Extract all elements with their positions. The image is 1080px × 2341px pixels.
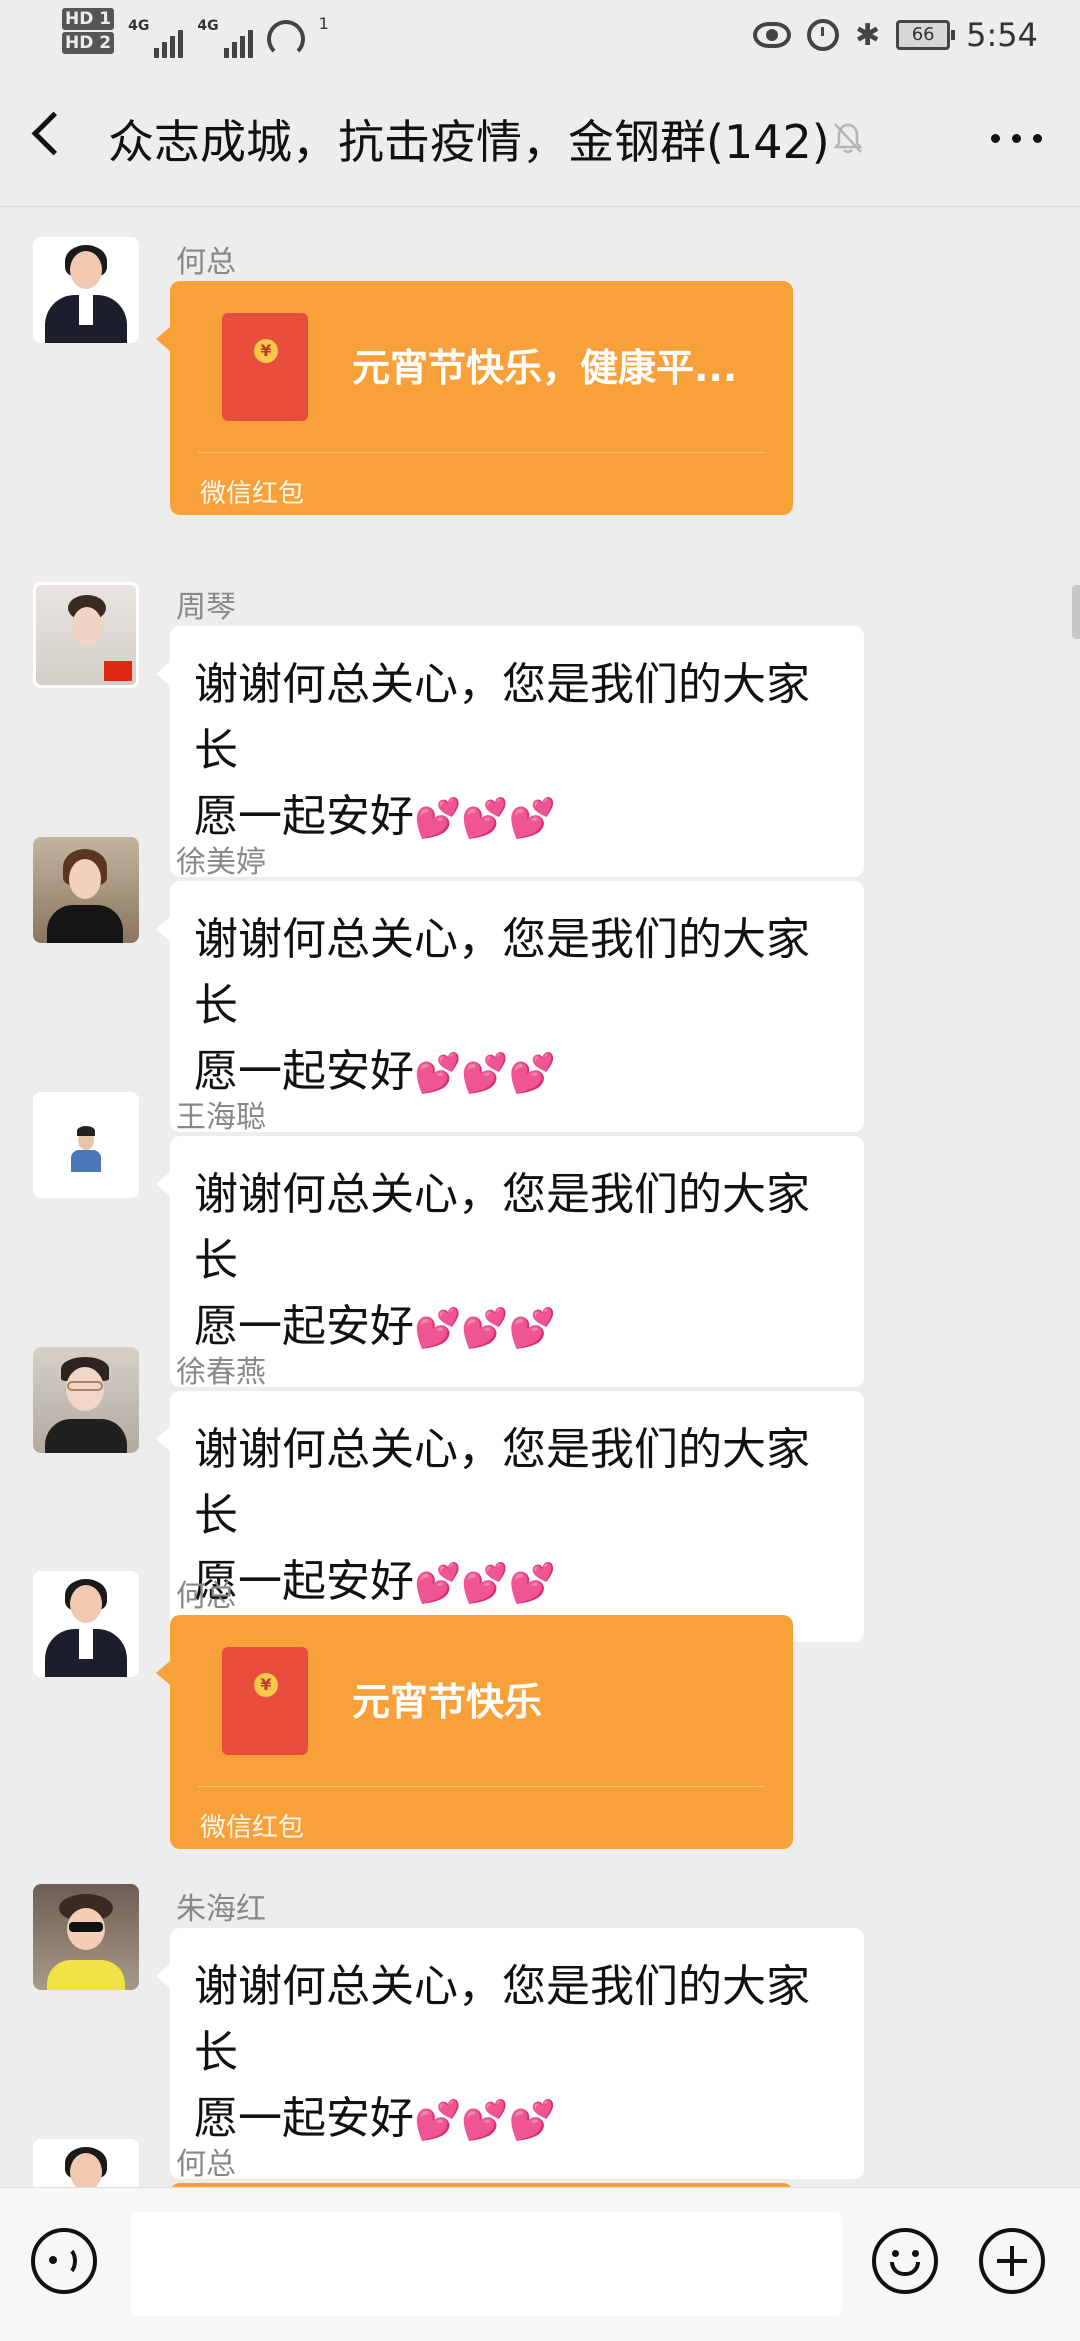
avatar[interactable] xyxy=(33,2139,139,2187)
sender-name: 王海聪 xyxy=(176,1100,266,1135)
divider xyxy=(198,1786,765,1787)
avatar[interactable] xyxy=(33,1571,139,1677)
chat-header: 众志成城，抗击疫情，金钢群(142) xyxy=(0,76,1080,207)
message-line: 愿一起安好 xyxy=(194,791,414,842)
plus-icon[interactable] xyxy=(979,2228,1045,2294)
red-envelope-icon xyxy=(222,1647,308,1755)
hd1-label: HD 1 xyxy=(62,8,115,30)
hotspot-icon xyxy=(266,20,305,58)
message-line: 愿一起安好 xyxy=(194,2093,414,2144)
red-packet-text: 元宵节快乐 xyxy=(352,1680,543,1724)
scroll-indicator[interactable] xyxy=(1072,585,1080,639)
input-bar xyxy=(0,2187,1080,2341)
more-menu-icon[interactable] xyxy=(991,134,1042,143)
voice-icon[interactable] xyxy=(31,2228,97,2294)
sender-name: 周琴 xyxy=(176,590,236,625)
hd2-label: HD 2 xyxy=(62,32,115,54)
emoji-icon[interactable] xyxy=(872,2228,938,2294)
signal-2-icon: 4G xyxy=(197,18,253,58)
hd-indicator: HD 1 HD 2 xyxy=(62,8,115,54)
message-list[interactable]: 何总 元宵节快乐，健康平... 微信红包 周琴 谢谢何总关心，您是我们的大家长 … xyxy=(0,207,1080,2187)
hearts-emoji: 💕💕💕 xyxy=(414,796,556,840)
message-bubble[interactable]: 谢谢何总关心，您是我们的大家长 愿一起安好💕💕💕 xyxy=(156,1391,864,1642)
avatar[interactable] xyxy=(33,237,139,343)
eye-icon xyxy=(753,22,791,48)
mute-bell-icon xyxy=(833,123,863,154)
back-arrow-icon[interactable] xyxy=(31,111,76,156)
signal-1-label: 4G xyxy=(128,18,150,34)
hearts-emoji: 💕💕💕 xyxy=(414,1306,556,1350)
bluetooth-icon: ✱ xyxy=(855,17,881,53)
avatar[interactable] xyxy=(33,1884,139,1990)
message-bubble[interactable]: 谢谢何总关心，您是我们的大家长 愿一起安好💕💕💕 xyxy=(156,1928,864,2179)
message-line: 谢谢何总关心，您是我们的大家长 xyxy=(194,1424,810,1541)
red-packet-label: 微信红包 xyxy=(200,479,305,509)
message-line: 愿一起安好 xyxy=(194,1046,414,1097)
red-packet-text: 元宵节快乐，健康平... xyxy=(352,346,738,390)
status-time: 5:54 xyxy=(966,16,1038,54)
avatar[interactable] xyxy=(33,1092,139,1198)
status-bar: HD 1 HD 2 4G 4G 1 ✱ 66 5:54 xyxy=(0,0,1080,76)
hotspot-count: 1 xyxy=(318,14,329,33)
message-input[interactable] xyxy=(131,2212,842,2316)
signal-2-label: 4G xyxy=(197,18,219,34)
sender-name: 何总 xyxy=(176,2147,236,2182)
message-bubble[interactable]: 谢谢何总关心，您是我们的大家长 愿一起安好💕💕💕 xyxy=(156,626,864,877)
message-line: 谢谢何总关心，您是我们的大家长 xyxy=(194,659,810,776)
message-line: 谢谢何总关心，您是我们的大家长 xyxy=(194,914,810,1031)
signal-1-icon: 4G xyxy=(128,18,184,58)
red-packet-bubble[interactable]: 元宵节快乐，健康平... 微信红包 xyxy=(156,281,793,515)
sender-name: 何总 xyxy=(176,1579,236,1614)
sender-name: 徐春燕 xyxy=(176,1355,266,1390)
alarm-icon xyxy=(807,19,839,51)
battery-icon: 66 xyxy=(896,20,956,50)
avatar[interactable] xyxy=(33,837,139,943)
message-bubble[interactable]: 谢谢何总关心，您是我们的大家长 愿一起安好💕💕💕 xyxy=(156,1136,864,1387)
sender-name: 何总 xyxy=(176,245,236,280)
avatar[interactable] xyxy=(33,582,139,688)
hearts-emoji: 💕💕💕 xyxy=(414,1051,556,1095)
divider xyxy=(198,452,765,453)
hearts-emoji: 💕💕💕 xyxy=(414,1561,556,1605)
avatar[interactable] xyxy=(33,1347,139,1453)
message-line: 愿一起安好 xyxy=(194,1301,414,1352)
message-line: 谢谢何总关心，您是我们的大家长 xyxy=(194,1169,810,1286)
sender-name: 朱海红 xyxy=(176,1892,266,1927)
hearts-emoji: 💕💕💕 xyxy=(414,2098,556,2142)
message-line: 谢谢何总关心，您是我们的大家长 xyxy=(194,1961,810,2078)
message-bubble[interactable]: 谢谢何总关心，您是我们的大家长 愿一起安好💕💕💕 xyxy=(156,881,864,1132)
sender-name: 徐美婷 xyxy=(176,845,266,880)
chat-title: 众志成城，抗击疫情，金钢群(142) xyxy=(108,115,830,169)
red-packet-label: 微信红包 xyxy=(200,1813,305,1843)
red-envelope-icon xyxy=(222,313,308,421)
red-packet-bubble[interactable]: 元宵节快乐 微信红包 xyxy=(156,1615,793,1849)
